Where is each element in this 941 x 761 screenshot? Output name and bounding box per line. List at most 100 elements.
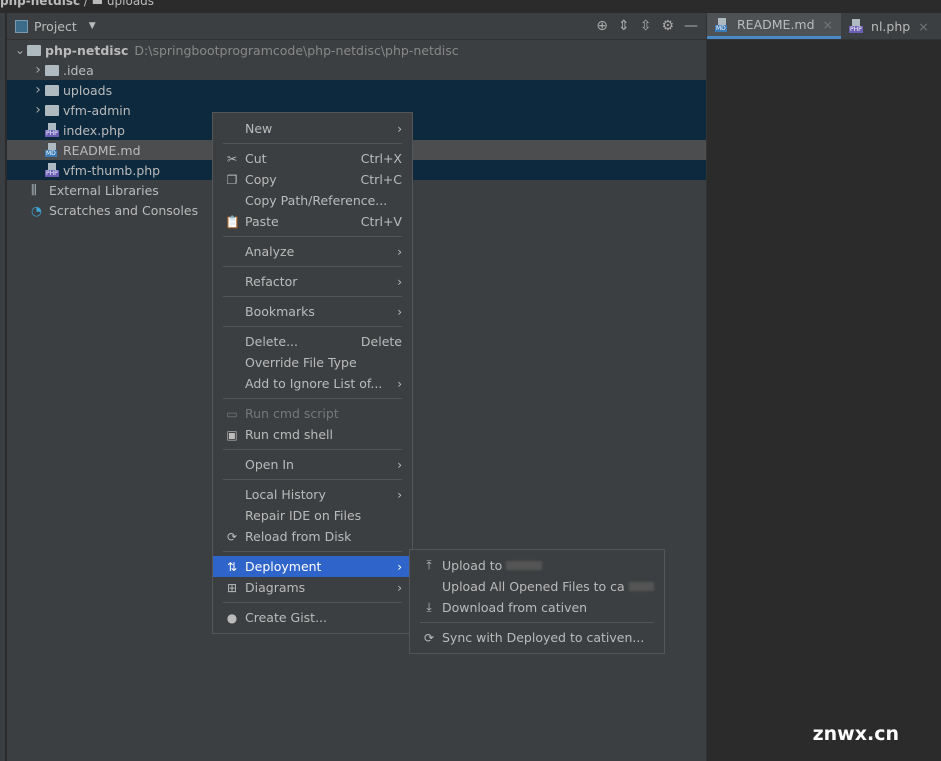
project-panel-header: Project ▼ ⊕ ⇕ ⇳ ⚙ — <box>7 13 706 40</box>
breadcrumb-project[interactable]: php-netdisc <box>0 0 80 8</box>
chevron-right-icon: › <box>397 274 402 289</box>
menu-item-shortcut: Ctrl+X <box>360 151 402 166</box>
menu-item-override-file-type[interactable]: Override File Type <box>213 352 412 373</box>
chevron-down-icon[interactable]: ▼ <box>89 21 96 31</box>
menu-item-reload-from-disk[interactable]: ⟳ Reload from Disk <box>213 526 412 547</box>
editor-tabs: MD README.md × PHP nl.php × PHP <box>707 13 941 40</box>
upload-icon: ⤒ <box>426 558 432 572</box>
chevron-right-icon: › <box>397 121 402 136</box>
menu-item-label: Analyze <box>245 244 295 259</box>
menu-item-refactor[interactable]: Refactor › <box>213 271 412 292</box>
menu-separator <box>213 292 412 301</box>
tool-window-strip <box>0 13 6 761</box>
diagram-icon: ⊞ <box>226 580 238 595</box>
tree-item-label: README.md <box>63 142 141 158</box>
menu-item-label: Open In <box>245 457 294 472</box>
minimize-icon[interactable]: — <box>684 18 698 34</box>
tab-file[interactable]: PHP <box>937 13 941 39</box>
close-icon[interactable]: × <box>823 17 833 32</box>
menu-separator <box>213 547 412 556</box>
tag: PHP <box>45 130 59 137</box>
menu-item-label: Reload from Disk <box>245 529 352 544</box>
menu-item-label: Override File Type <box>245 355 357 370</box>
menu-item-label: Run cmd script <box>245 406 339 421</box>
project-icon <box>15 19 28 33</box>
menu-item-label: Upload to <box>442 558 503 573</box>
menu-item-label: New <box>245 121 273 136</box>
menu-separator <box>410 618 664 627</box>
menu-item-label: Repair IDE on Files <box>245 508 362 523</box>
chevron-right-icon: › <box>397 457 402 472</box>
menu-item-label: Diagrams <box>245 580 306 595</box>
tree-item-label: .idea <box>63 62 94 78</box>
tree-item-label: vfm-thumb.php <box>63 162 161 178</box>
download-icon: ⤓ <box>426 600 432 614</box>
menu-item-create-gist[interactable]: ● Create Gist... <box>213 607 412 628</box>
menu-separator <box>213 394 412 403</box>
menu-item-copy-path-reference[interactable]: Copy Path/Reference... <box>213 190 412 211</box>
menu-item-paste[interactable]: 📋 Paste Ctrl+V <box>213 211 412 232</box>
tag: PHP <box>849 26 863 33</box>
menu-item-shortcut: Ctrl+C <box>360 172 402 187</box>
deployment-submenu: ⤒ Upload to Upload All Opened Files to ca ⤓… <box>409 549 665 654</box>
breadcrumb: php-netdisc / ▬ uploads <box>0 0 154 8</box>
menu-item-label: Refactor <box>245 274 298 289</box>
menu-item-label: Paste <box>245 214 279 229</box>
project-view-selector[interactable]: Project <box>34 19 77 34</box>
libraries-icon: ⫼ <box>31 182 37 197</box>
scratches-icon: ◔ <box>31 202 42 218</box>
chevron-right-icon[interactable]: › <box>31 62 45 78</box>
php-file-icon: PHP <box>849 19 865 33</box>
menu-item-label: Local History <box>245 487 326 502</box>
menu-item-label: Copy <box>245 172 277 187</box>
menu-item-label: Copy Path/Reference... <box>245 193 388 208</box>
menu-item-upload-all-opened-files-to-ca[interactable]: Upload All Opened Files to ca <box>410 576 664 597</box>
menu-item-repair-ide-on-files[interactable]: Repair IDE on Files <box>213 505 412 526</box>
menu-item-analyze[interactable]: Analyze › <box>213 241 412 262</box>
chevron-right-icon: › <box>397 376 402 391</box>
scissors-icon: ✂ <box>226 151 238 166</box>
menu-item-deployment[interactable]: ⇅ Deployment › <box>213 556 412 577</box>
menu-item-download-from-cativen[interactable]: ⤓ Download from cativen <box>410 597 664 618</box>
php-file-icon: PHP <box>45 163 61 177</box>
menu-item-sync-with-deployed-to-cativen[interactable]: ⟳ Sync with Deployed to cativen... <box>410 627 664 648</box>
menu-item-new[interactable]: New › <box>213 118 412 139</box>
chevron-down-icon[interactable]: ⌄ <box>13 43 27 57</box>
menu-item-cut[interactable]: ✂ Cut Ctrl+X <box>213 148 412 169</box>
menu-item-diagrams[interactable]: ⊞ Diagrams › <box>213 577 412 598</box>
menu-item-open-in[interactable]: Open In › <box>213 454 412 475</box>
menu-item-label: Upload All Opened Files to ca <box>442 579 625 594</box>
menu-item-delete[interactable]: Delete... Delete <box>213 331 412 352</box>
menu-item-local-history[interactable]: Local History › <box>213 484 412 505</box>
chevron-right-icon[interactable]: › <box>31 82 45 98</box>
tab-nl-php[interactable]: PHP nl.php × <box>841 13 937 39</box>
expand-all-icon[interactable]: ⇕ <box>618 18 630 34</box>
chevron-right-icon[interactable]: › <box>31 102 45 118</box>
menu-item-add-to-ignore-list-of[interactable]: Add to Ignore List of... › <box>213 373 412 394</box>
menu-separator <box>213 475 412 484</box>
close-icon[interactable]: × <box>918 19 928 34</box>
locate-icon[interactable]: ⊕ <box>596 18 608 34</box>
md-file-icon: MD <box>715 17 731 32</box>
tag: MD <box>45 150 57 157</box>
tree-item-php-netdisc[interactable]: ⌄ php-netdisc D:\springbootprogramcode\php… <box>7 40 706 60</box>
chevron-right-icon: › <box>397 487 402 502</box>
menu-item-bookmarks[interactable]: Bookmarks › <box>213 301 412 322</box>
watermark: znwx.cn <box>812 723 899 745</box>
menu-separator <box>213 232 412 241</box>
chevron-right-icon: › <box>397 559 402 574</box>
tree-item--idea[interactable]: › .idea <box>7 60 706 80</box>
tree-item-uploads[interactable]: › uploads <box>7 80 706 100</box>
tab-readme-md[interactable]: MD README.md × <box>707 13 842 39</box>
cmd-shell-icon: ▣ <box>226 427 238 442</box>
breadcrumb-folder[interactable]: uploads <box>107 0 154 8</box>
cmd-icon: ▭ <box>226 406 238 421</box>
editor-area: MD README.md × PHP nl.php × PHP <box>706 13 941 761</box>
menu-item-run-cmd-shell[interactable]: ▣ Run cmd shell <box>213 424 412 445</box>
gear-icon[interactable]: ⚙ <box>661 18 674 34</box>
collapse-all-icon[interactable]: ⇳ <box>640 18 652 34</box>
menu-item-label: Delete... <box>245 334 298 349</box>
folder-icon <box>45 104 59 116</box>
menu-item-copy[interactable]: ❐ Copy Ctrl+C <box>213 169 412 190</box>
menu-item-upload-to[interactable]: ⤒ Upload to <box>410 555 664 576</box>
